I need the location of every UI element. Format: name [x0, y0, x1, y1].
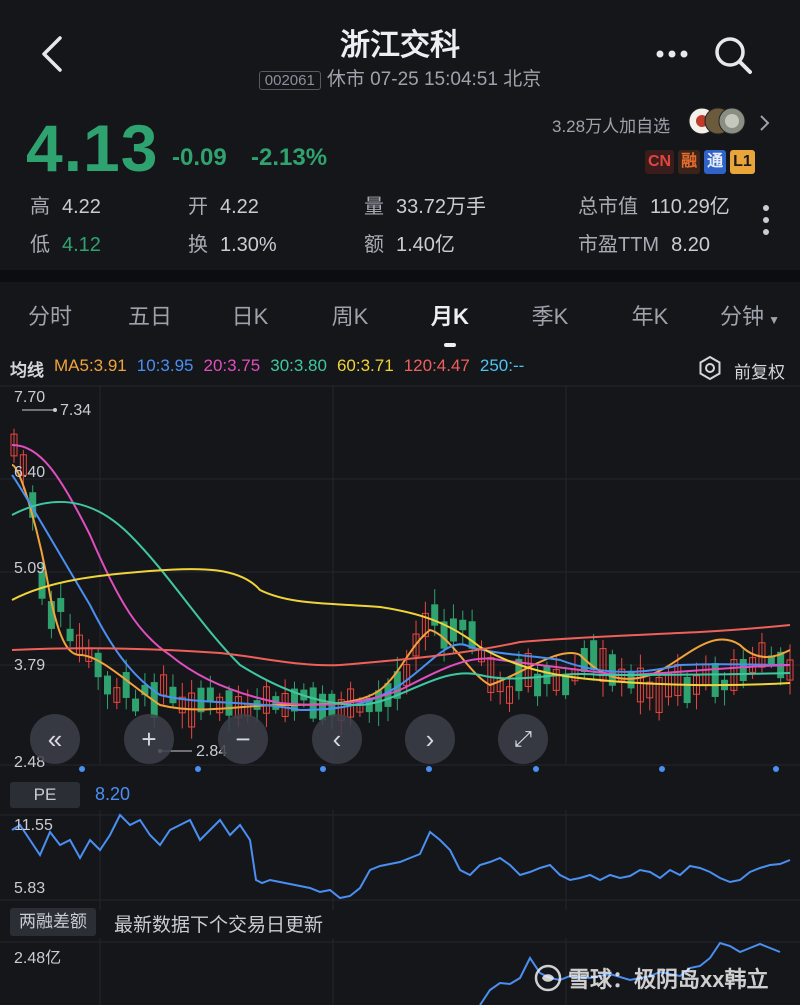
ma-legend: 均线 MA5:3.91 10:3.95 20:3.75 30:3.80 60:3…	[10, 356, 524, 381]
search-icon[interactable]	[712, 34, 754, 76]
candle-body	[562, 674, 570, 696]
fullscreen-button[interactable]: ⤢	[498, 714, 548, 764]
adjust-mode[interactable]: 前复权	[734, 358, 785, 383]
ma-item: 10:3.95	[136, 356, 194, 375]
candlestick-chart[interactable]	[0, 385, 800, 780]
ma-item: 120:4.47	[403, 356, 470, 375]
badge-connect: 通	[704, 150, 727, 174]
margin-tag[interactable]: 两融差额	[10, 908, 96, 936]
watermark: 雪球：极阴岛xx韩立	[534, 962, 768, 994]
stock-code: 002061	[258, 71, 321, 90]
stat-volume: 量 33.72万手	[364, 196, 487, 218]
candle-body	[169, 686, 177, 704]
y-axis-tick: 5.09	[14, 560, 46, 577]
ma-item: 30:3.80	[270, 356, 327, 375]
prev-button[interactable]: ‹	[312, 714, 362, 764]
y-axis-tick: 6.40	[14, 464, 46, 481]
zoom-out-button[interactable]: −	[218, 714, 268, 764]
double-chevron-left-icon: «	[47, 723, 63, 754]
candle-body	[206, 687, 214, 703]
candle-body	[543, 665, 551, 685]
badge-group: CN 融 通 L1	[645, 150, 755, 174]
tab-weekly-k[interactable]: 周K	[300, 299, 400, 331]
divider	[0, 270, 800, 282]
stat-open: 开 4.22	[188, 196, 259, 218]
candle-body	[683, 676, 691, 704]
candle-body	[94, 652, 102, 678]
candle-body	[66, 628, 74, 642]
pe-tag[interactable]: PE	[10, 782, 80, 808]
next-button[interactable]: ›	[405, 714, 455, 764]
ma-title: 均线	[10, 361, 44, 380]
stat-low: 低 4.12	[30, 234, 101, 256]
tab-yearly-k[interactable]: 年K	[600, 299, 700, 331]
pe-y-tick: 5.83	[14, 880, 46, 897]
zoom-in-button[interactable]: +	[124, 714, 174, 764]
kebab-menu-icon[interactable]	[760, 202, 772, 238]
caret-down-icon: ▼	[768, 313, 780, 327]
stock-status: 002061 休市 07-25 15:04:51 北京	[0, 64, 800, 91]
candle-body	[459, 619, 467, 631]
candle-body	[132, 698, 140, 712]
y-axis-tick: 7.70	[14, 389, 46, 406]
tab-monthly-k[interactable]: 月K	[400, 299, 500, 347]
plus-icon: +	[141, 723, 157, 754]
badge-margin: 融	[678, 150, 701, 174]
stat-amount: 额 1.40亿	[364, 234, 455, 256]
tab-daily-k[interactable]: 日K	[200, 299, 300, 331]
avatar-group[interactable]	[688, 106, 748, 136]
chevron-left-icon: ‹	[332, 723, 342, 754]
y-axis-tick: 3.79	[14, 657, 46, 674]
stat-market-cap: 总市值 110.29亿	[578, 196, 730, 218]
watermark-text: 雪球：极阴岛xx韩立	[568, 967, 769, 992]
margin-note: 最新数据下个交易日更新	[114, 915, 324, 936]
period-tabs: 分时 五日 日K 周K 月K 季K 年K 分钟 ▼	[0, 282, 800, 348]
candle-body	[309, 687, 317, 719]
candle-body	[122, 672, 130, 698]
candle-body	[468, 621, 476, 649]
watchers-count[interactable]: 3.28万人加自选	[552, 112, 670, 137]
price-change-percent: -2.13%	[251, 144, 328, 171]
ma-item: 250:--	[479, 356, 525, 375]
tab-minute[interactable]: 分钟 ▼	[700, 299, 800, 331]
ma-item: 20:3.75	[203, 356, 261, 375]
ma-item: 60:3.71	[336, 356, 394, 375]
snowball-logo-icon	[534, 964, 562, 992]
stat-pe-ttm: 市盈TTM 8.20	[578, 234, 711, 256]
pe-value: 8.20	[95, 784, 131, 804]
margin-y-tick: 2.48亿	[14, 950, 62, 967]
settings-icon[interactable]	[698, 356, 722, 380]
candle-body	[103, 675, 111, 695]
chevron-right-icon[interactable]	[756, 112, 772, 134]
more-icon[interactable]	[652, 42, 692, 66]
pe-line-chart[interactable]	[0, 810, 800, 910]
badge-l1: L1	[730, 150, 755, 174]
last-price: 4.13	[26, 111, 159, 185]
stat-turnover: 换 1.30%	[188, 234, 277, 256]
expand-icon: ⤢	[514, 726, 532, 751]
rewind-button[interactable]: «	[30, 714, 80, 764]
tab-five-day[interactable]: 五日	[100, 299, 200, 331]
price-change: -0.09	[172, 144, 227, 171]
chevron-right-icon: ›	[425, 723, 435, 754]
tab-intraday[interactable]: 分时	[0, 299, 100, 331]
candle-body	[57, 598, 65, 612]
tab-quarterly-k[interactable]: 季K	[500, 299, 600, 331]
pe-y-tick: 11.55	[14, 817, 53, 834]
high-marker-label: 7.34	[60, 402, 92, 419]
market-status: 休市 07-25 15:04:51 北京	[326, 69, 542, 90]
stat-high: 高 4.22	[30, 196, 101, 218]
candle-body	[739, 659, 747, 681]
ma-item: MA5:3.91	[54, 356, 127, 375]
badge-cn: CN	[645, 150, 675, 174]
minus-icon: −	[235, 723, 251, 754]
